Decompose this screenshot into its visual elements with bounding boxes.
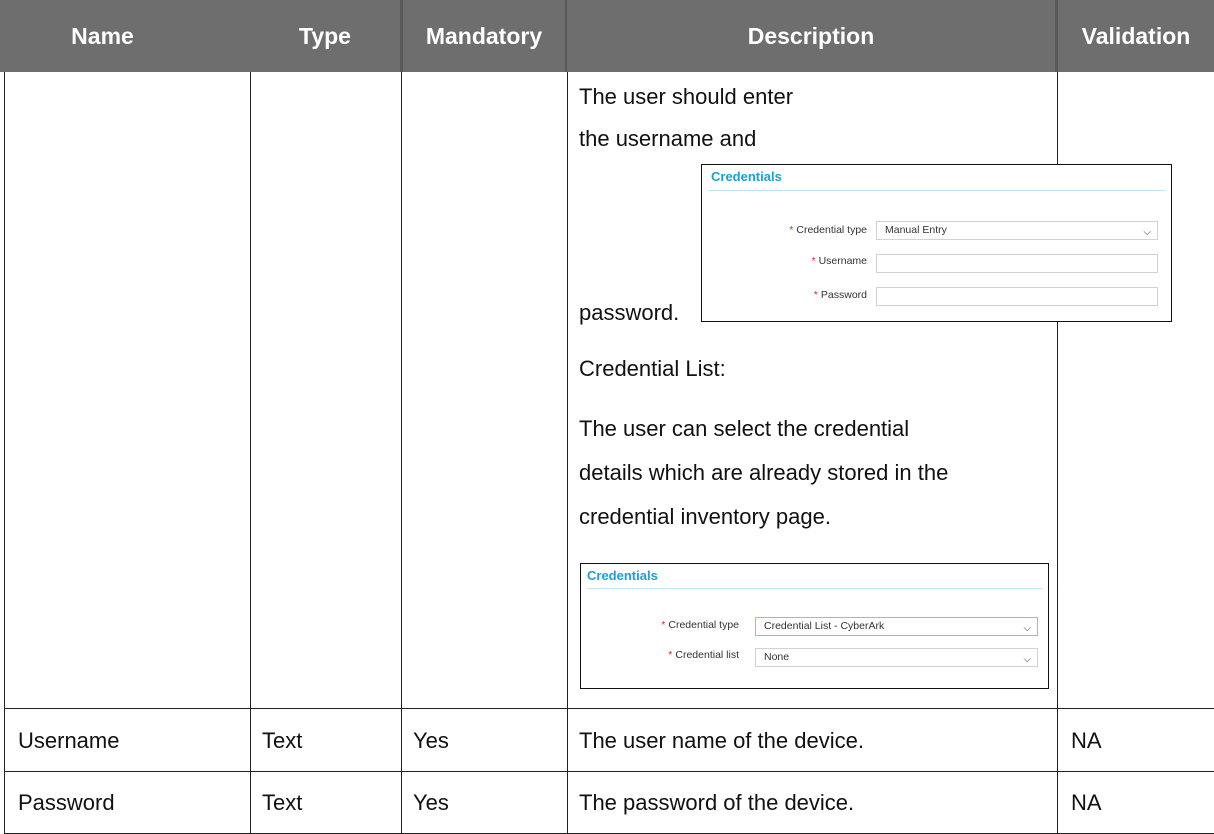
table-cell-validation: NA [1071, 728, 1102, 753]
description-text: the username and [579, 126, 757, 151]
credential-list-select[interactable]: None ⌵ [755, 648, 1038, 667]
header-name: Name [0, 0, 205, 72]
table-cell-description: The user name of the device. [579, 728, 864, 753]
required-marker: * [811, 255, 816, 267]
header-mandatory: Mandatory [403, 0, 565, 72]
row-line [4, 771, 1214, 772]
header-type: Type [250, 0, 400, 72]
header-divider [400, 0, 403, 72]
table-cell-description: The password of the device. [579, 790, 855, 815]
form-title: Credentials [587, 568, 658, 583]
required-marker: * [661, 619, 666, 631]
table-cell-validation: NA [1071, 790, 1102, 815]
credential-type-select[interactable]: Manual Entry ⌵ [876, 221, 1158, 240]
username-label: * Username [811, 255, 867, 267]
header-divider [565, 0, 567, 72]
description-text: The user should enter [579, 84, 794, 109]
credential-list-label: * Credential list [668, 649, 739, 661]
table-cell-name: Password [18, 790, 115, 815]
password-label: * Password [813, 289, 867, 301]
table-cell-type: Text [262, 790, 303, 815]
col-line [401, 72, 402, 834]
required-marker: * [668, 649, 673, 661]
col-line [4, 72, 5, 834]
credential-type-select[interactable]: Credential List - CyberArk ⌵ [755, 617, 1038, 636]
title-divider [587, 588, 1042, 589]
table-cell-mandatory: Yes [413, 790, 449, 815]
row-line [4, 708, 1214, 709]
table-cell-type: Text [262, 728, 303, 753]
credential-type-label: * Credential type [789, 224, 867, 236]
title-divider [708, 190, 1165, 191]
username-field[interactable] [876, 254, 1158, 273]
col-line [567, 72, 568, 834]
required-marker: * [813, 289, 818, 301]
credential-list-screenshot: Credentials * Credential type Credential … [580, 563, 1049, 689]
chevron-down-icon: ⌵ [1023, 654, 1031, 665]
col-line [250, 72, 251, 834]
password-field[interactable] [876, 287, 1158, 306]
header-gap [205, 0, 250, 72]
chevron-down-icon: ⌵ [1023, 623, 1031, 634]
description-text: The user can select the credential [579, 416, 910, 441]
table-cell-mandatory: Yes [413, 728, 449, 753]
header-divider [1055, 0, 1058, 72]
manual-entry-screenshot: Credentials * Credential type Manual Entr… [701, 164, 1172, 322]
description-text: Credential List: [579, 356, 726, 381]
description-text: password. [579, 300, 680, 325]
description-text: details which are already stored in the [579, 460, 949, 485]
credential-type-label: * Credential type [661, 619, 739, 631]
required-marker: * [789, 224, 794, 236]
chevron-down-icon: ⌵ [1143, 227, 1151, 238]
description-text: credential inventory page. [579, 504, 831, 529]
table-cell-name: Username [18, 728, 120, 753]
header-description: Description [567, 0, 1055, 72]
header-validation: Validation [1058, 0, 1214, 72]
form-title: Credentials [711, 169, 782, 184]
